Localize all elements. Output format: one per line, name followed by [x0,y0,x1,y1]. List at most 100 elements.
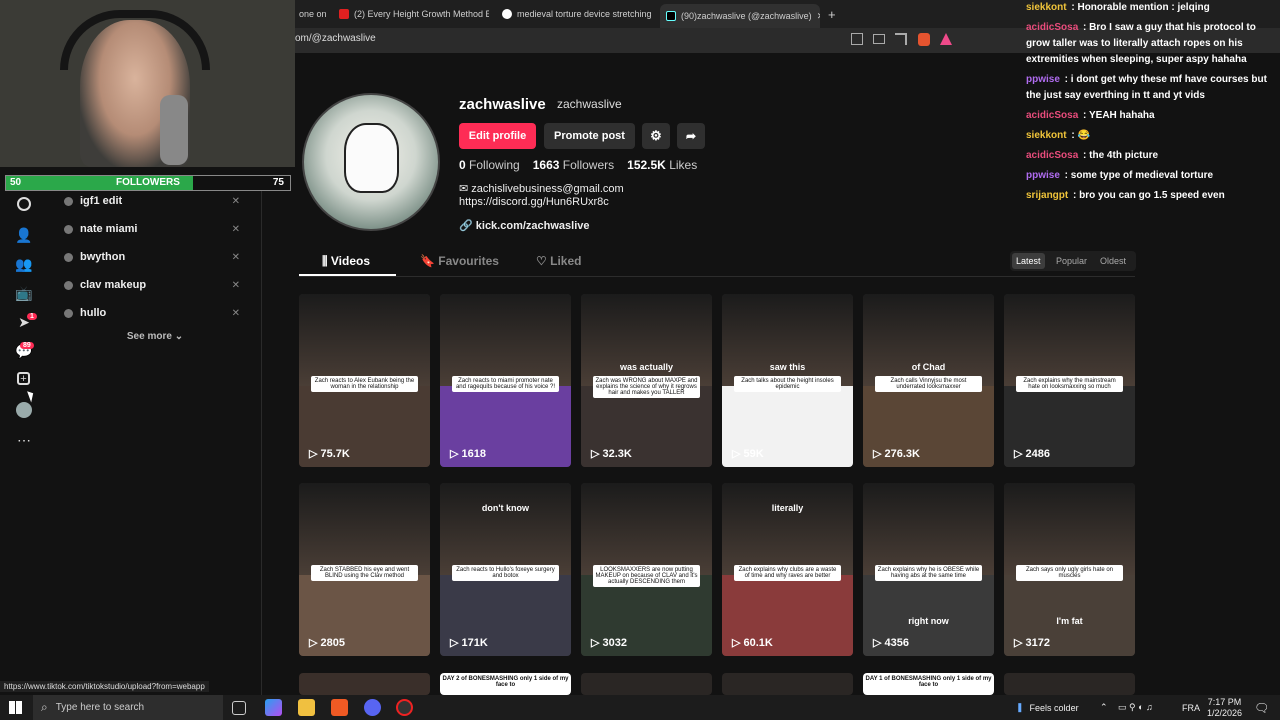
brave-rewards-icon[interactable] [940,33,952,45]
explore-icon[interactable] [17,197,31,211]
brave-shield-icon[interactable] [918,33,930,46]
remove-icon[interactable]: ✕ [232,196,240,207]
video-thumbnail[interactable]: Zach was WRONG about MAXPE and explains … [581,294,712,467]
followers-goal-bar: 50 FOLLOWERS 75 [5,175,291,191]
video-thumbnail[interactable]: DAY 1 of BONESMASHING only 1 side of my … [863,673,994,695]
file-explorer-icon[interactable] [298,699,315,716]
remove-icon[interactable]: ✕ [232,308,240,319]
history-label: clav makeup [80,279,147,291]
history-item[interactable]: bwython ✕ [64,247,254,267]
upload-icon[interactable]: + [17,372,30,385]
video-thumbnail[interactable]: Zach talks about the height insoles epid… [722,294,853,467]
clock-icon [64,196,73,206]
tab-videos[interactable]: ⫼ Videos [322,254,370,269]
tray-icons[interactable]: ▭ ⚲ ◐ ♫ [1118,695,1153,720]
video-thumbnail[interactable]: Zach STABBED his eye and went BLIND usin… [299,483,430,656]
browser-tab-active[interactable]: (90)zachwaslive (@zachwaslive) ✕ [660,4,820,28]
video-thumbnail[interactable]: Zach reacts to miami promoter nate and r… [440,294,571,467]
edit-profile-button[interactable]: Edit profile [459,123,536,149]
view-count-value: 3032 [602,637,627,649]
video-thumbnail[interactable]: Zach says only ugly girls hate on muscle… [1004,483,1135,656]
history-item[interactable]: hullo ✕ [64,303,254,323]
friends-icon[interactable]: 👥 [15,255,33,273]
video-thumbnail[interactable]: Zach explains why clubs are a waste of t… [722,483,853,656]
profile-avatar-icon[interactable] [16,402,32,418]
sort-latest[interactable]: Latest [1012,253,1045,269]
video-overlay-text: saw this [769,362,806,372]
discord-icon[interactable] [364,699,381,716]
stream-chat-overlay: siekkont : Honorable mention : jelqing ac… [1020,0,1280,210]
clock[interactable]: 7:17 PM 1/2/2026 [1207,695,1242,720]
settings-gear-icon[interactable]: ⚙ [642,123,670,149]
video-overlay-text: was actually [619,362,674,372]
view-count-value: 276.3K [884,448,920,460]
play-icon: ▷ [1014,448,1026,460]
search-placeholder: Type here to search [55,702,145,713]
copilot-icon[interactable] [265,699,282,716]
windows-start-icon[interactable] [9,701,22,714]
following-stat[interactable]: 0 Following [459,158,520,172]
history-item[interactable]: igf1 edit ✕ [64,191,254,211]
tab-favourites[interactable]: 🔖 Favourites [420,254,499,268]
close-tab-icon[interactable]: ✕ [817,11,820,22]
video-thumbnail[interactable] [722,673,853,695]
chat-username: acidicSosa [1026,150,1079,161]
cast-icon[interactable] [873,34,885,44]
chat-username: siekkont [1026,2,1067,13]
history-label: igf1 edit [80,195,123,207]
task-view-icon[interactable] [232,701,246,715]
see-more-button[interactable]: See more ⌄ [48,331,262,342]
new-tab-button[interactable]: + [828,4,842,24]
view-count: ▷ 3032 [591,636,627,649]
video-caption: Zach was WRONG about MAXPE and explains … [593,376,700,398]
sort-oldest[interactable]: Oldest [1096,253,1130,269]
taskbar-search[interactable]: ⌕ Type here to search [33,695,223,720]
weather-widget[interactable]: ❚ Feels colder [1016,695,1079,720]
video-thumbnail[interactable]: Zach calls Vinnyjsu the most underrated … [863,294,994,467]
more-icon[interactable]: ⋯ [15,431,33,449]
video-thumbnail[interactable]: Zach explains why he is OBESE while havi… [863,483,994,656]
video-thumbnail[interactable]: Zach reacts to Hullo's foxeye surgery an… [440,483,571,656]
tab-label: medieval torture device stretching - [517,9,652,19]
browser-tab[interactable]: one on K [299,4,329,24]
brave-icon[interactable] [331,699,348,716]
bio-link[interactable]: 🔗 kick.com/zachwaslive [459,219,590,232]
time: 7:17 PM [1207,696,1242,707]
chat-username: ppwise [1026,74,1060,85]
share-icon[interactable] [895,33,907,45]
remove-icon[interactable]: ✕ [232,280,240,291]
view-count-value: 2805 [320,637,345,649]
video-thumbnail[interactable] [299,673,430,695]
video-thumbnail[interactable] [1004,673,1135,695]
profile-avatar[interactable] [302,93,440,231]
browser-tab[interactable]: (2) Every Height Growth Method Eve [339,4,489,24]
chat-username: acidicSosa [1026,22,1079,33]
notifications-icon[interactable]: 🗨 [1254,695,1269,720]
video-thumbnail[interactable]: Zach reacts to Alex Eubank being the wom… [299,294,430,467]
share-profile-icon[interactable]: ➦ [677,123,705,149]
clock-icon [64,308,73,318]
history-item[interactable]: clav makeup ✕ [64,275,254,295]
sort-popular[interactable]: Popular [1052,253,1091,269]
following-icon[interactable]: 👤 [15,226,33,244]
tray-chevron-icon[interactable]: ⌃ [1100,695,1108,720]
video-thumbnail[interactable] [581,673,712,695]
video-thumbnail[interactable]: LOOKSMAXXERS are now putting MAKEUP on b… [581,483,712,656]
tab-liked[interactable]: ♡ Liked [536,254,581,268]
view-count: ▷ 59K [732,447,764,460]
url-text[interactable]: om/@zachwaslive [295,33,376,44]
obs-icon[interactable] [396,699,413,716]
live-icon[interactable]: 📺 [15,284,33,302]
history-item[interactable]: nate miami ✕ [64,219,254,239]
remove-icon[interactable]: ✕ [232,224,240,235]
followers-stat[interactable]: 1663 Followers [533,158,614,172]
video-thumbnail[interactable]: Zach explains why the mainstream hate on… [1004,294,1135,467]
video-thumbnail[interactable]: DAY 2 of BONESMASHING only 1 side of my … [440,673,571,695]
remove-icon[interactable]: ✕ [232,252,240,263]
promote-post-button[interactable]: Promote post [544,123,635,149]
browser-tab[interactable]: medieval torture device stretching - [502,4,652,24]
headphones [60,10,210,70]
play-icon: ▷ [873,637,885,649]
language-indicator[interactable]: FRA [1182,695,1200,720]
extension-icon[interactable] [851,33,863,45]
